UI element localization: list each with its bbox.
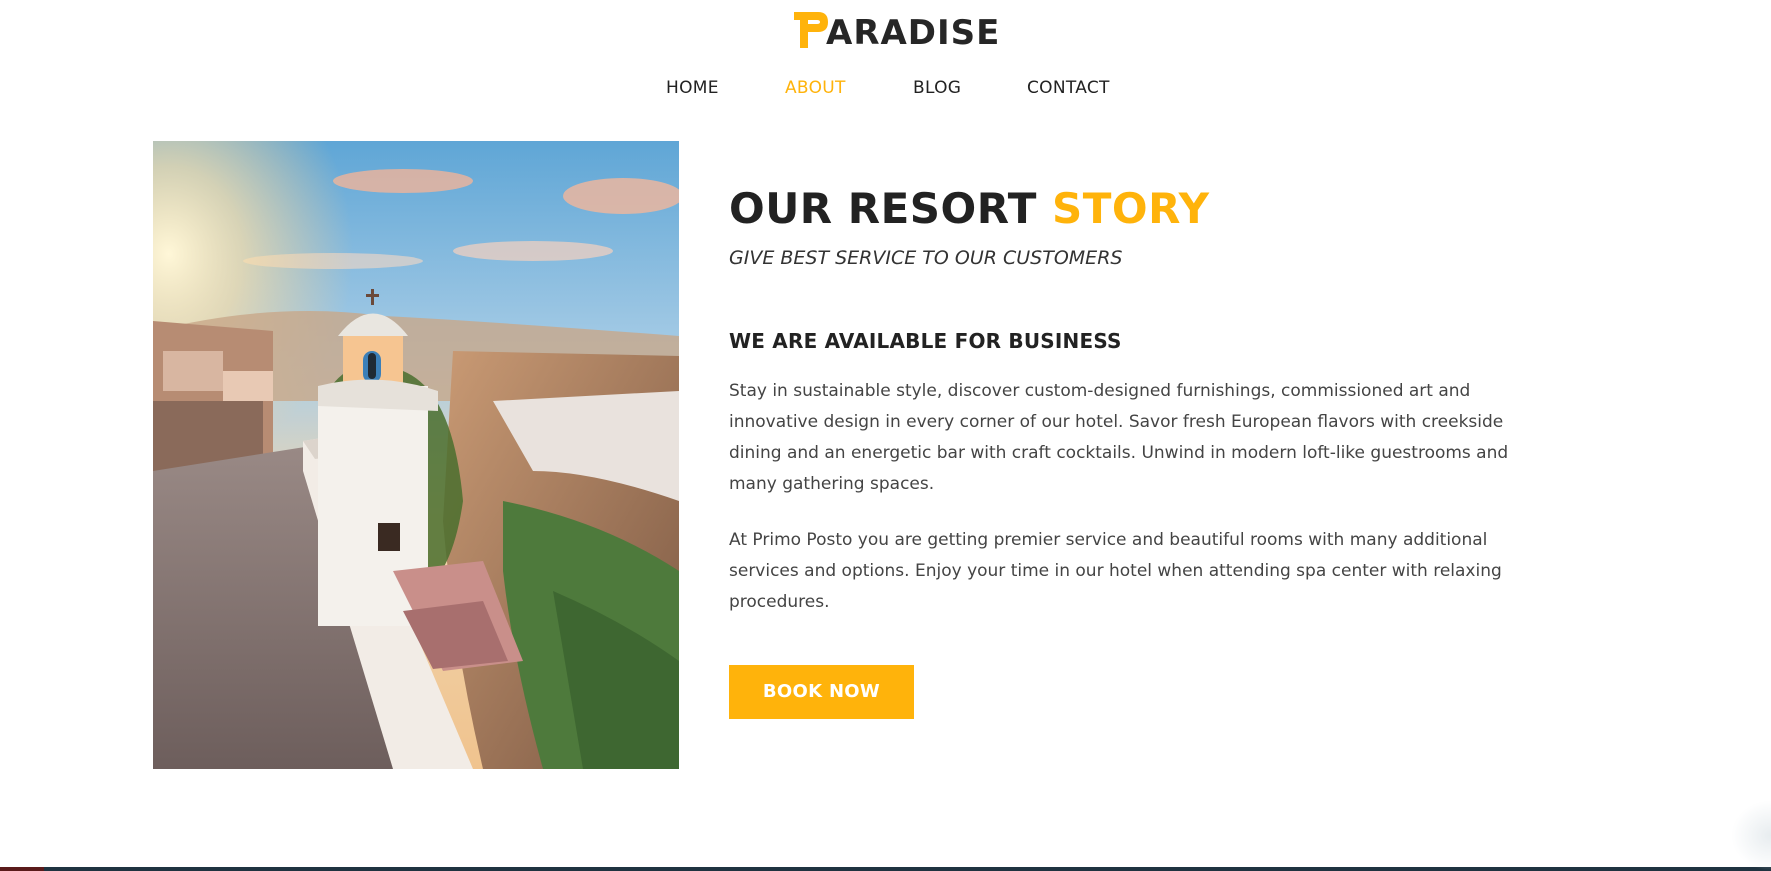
title-main: OUR RESORT — [729, 184, 1052, 233]
nav-item-about[interactable]: ABOUT — [785, 78, 846, 98]
book-now-button[interactable]: BOOK NOW — [729, 665, 914, 719]
about-section: OUR RESORT STORY GIVE BEST SERVICE TO OU… — [729, 183, 1529, 719]
corner-shadow — [1731, 800, 1771, 871]
business-heading: WE ARE AVAILABLE FOR BUSINESS — [729, 329, 1122, 353]
logo-text: ARADISE — [826, 13, 1001, 53]
nav-item-contact[interactable]: CONTACT — [1027, 78, 1110, 98]
section-subtitle: GIVE BEST SERVICE TO OUR CUSTOMERS — [729, 247, 1123, 269]
title-accent: STORY — [1051, 184, 1210, 233]
nav-item-home[interactable]: HOME — [666, 78, 719, 98]
about-paragraph-1: Stay in sustainable style, discover cust… — [729, 381, 1509, 494]
p-logo-icon — [792, 10, 830, 50]
nav-item-blog[interactable]: BLOG — [913, 78, 961, 98]
main-nav: HOME ABOUT BLOG CONTACT — [0, 78, 1771, 100]
santorini-chapel-image — [153, 141, 679, 769]
section-title: OUR RESORT STORY — [729, 183, 1529, 235]
footer-edge-accent — [0, 867, 44, 871]
footer-edge — [0, 867, 1771, 871]
about-paragraph-2: At Primo Posto you are getting premier s… — [729, 530, 1502, 612]
site-logo[interactable]: ARADISE — [792, 10, 1000, 50]
